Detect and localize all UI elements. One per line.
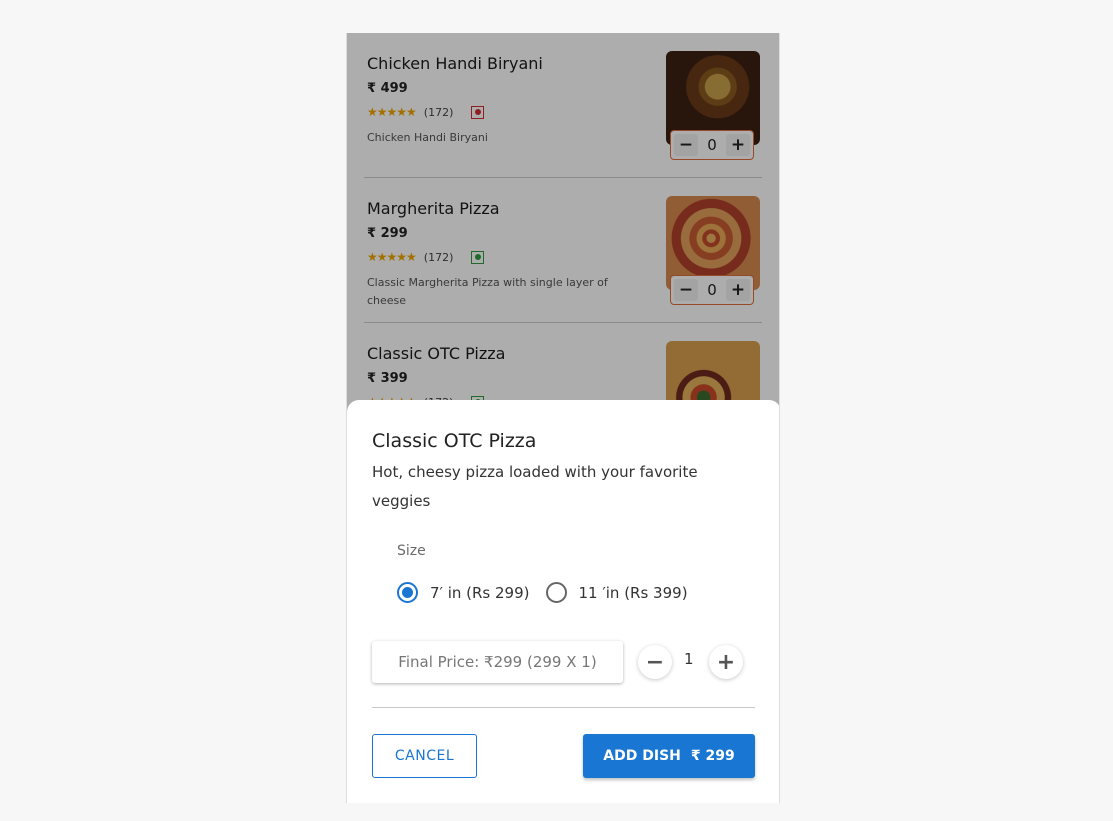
dialog-description: Hot, cheesy pizza loaded with your favor… — [372, 463, 698, 510]
size-label: Size — [397, 543, 426, 559]
add-dish-button[interactable]: ADD DISH ₹ 299 — [583, 734, 755, 778]
quantity-increment-button[interactable]: + — [709, 645, 743, 679]
dialog-divider — [372, 707, 755, 708]
add-dish-amount: ₹ 299 — [690, 748, 735, 764]
dialog-title: Classic OTC Pizza — [372, 430, 537, 452]
size-option-label: 11 ′in (Rs 399) — [578, 583, 688, 602]
cancel-button[interactable]: CANCEL — [372, 734, 477, 778]
phone-screen: Chicken Handi Biryani ₹ 499 ★★★★★ (172) … — [346, 33, 780, 803]
add-dish-label: ADD DISH — [603, 748, 681, 764]
radio-unchecked-icon[interactable] — [545, 582, 567, 603]
add-dish-dialog: Classic OTC Pizza Hot, cheesy pizza load… — [347, 400, 779, 803]
final-price-display: Final Price: ₹299 (299 X 1) — [372, 641, 623, 683]
size-option-11in[interactable]: 11 ′in (Rs 399) — [545, 582, 688, 603]
quantity-decrement-button[interactable]: − — [638, 645, 672, 679]
size-option-label: 7′ in (Rs 299) — [430, 583, 530, 602]
size-radio-group: 7′ in (Rs 299) 11 ′in (Rs 399) — [397, 582, 704, 603]
radio-checked-icon[interactable] — [397, 582, 418, 603]
size-option-7in[interactable]: 7′ in (Rs 299) — [397, 582, 530, 603]
quantity-value: 1 — [684, 650, 694, 668]
